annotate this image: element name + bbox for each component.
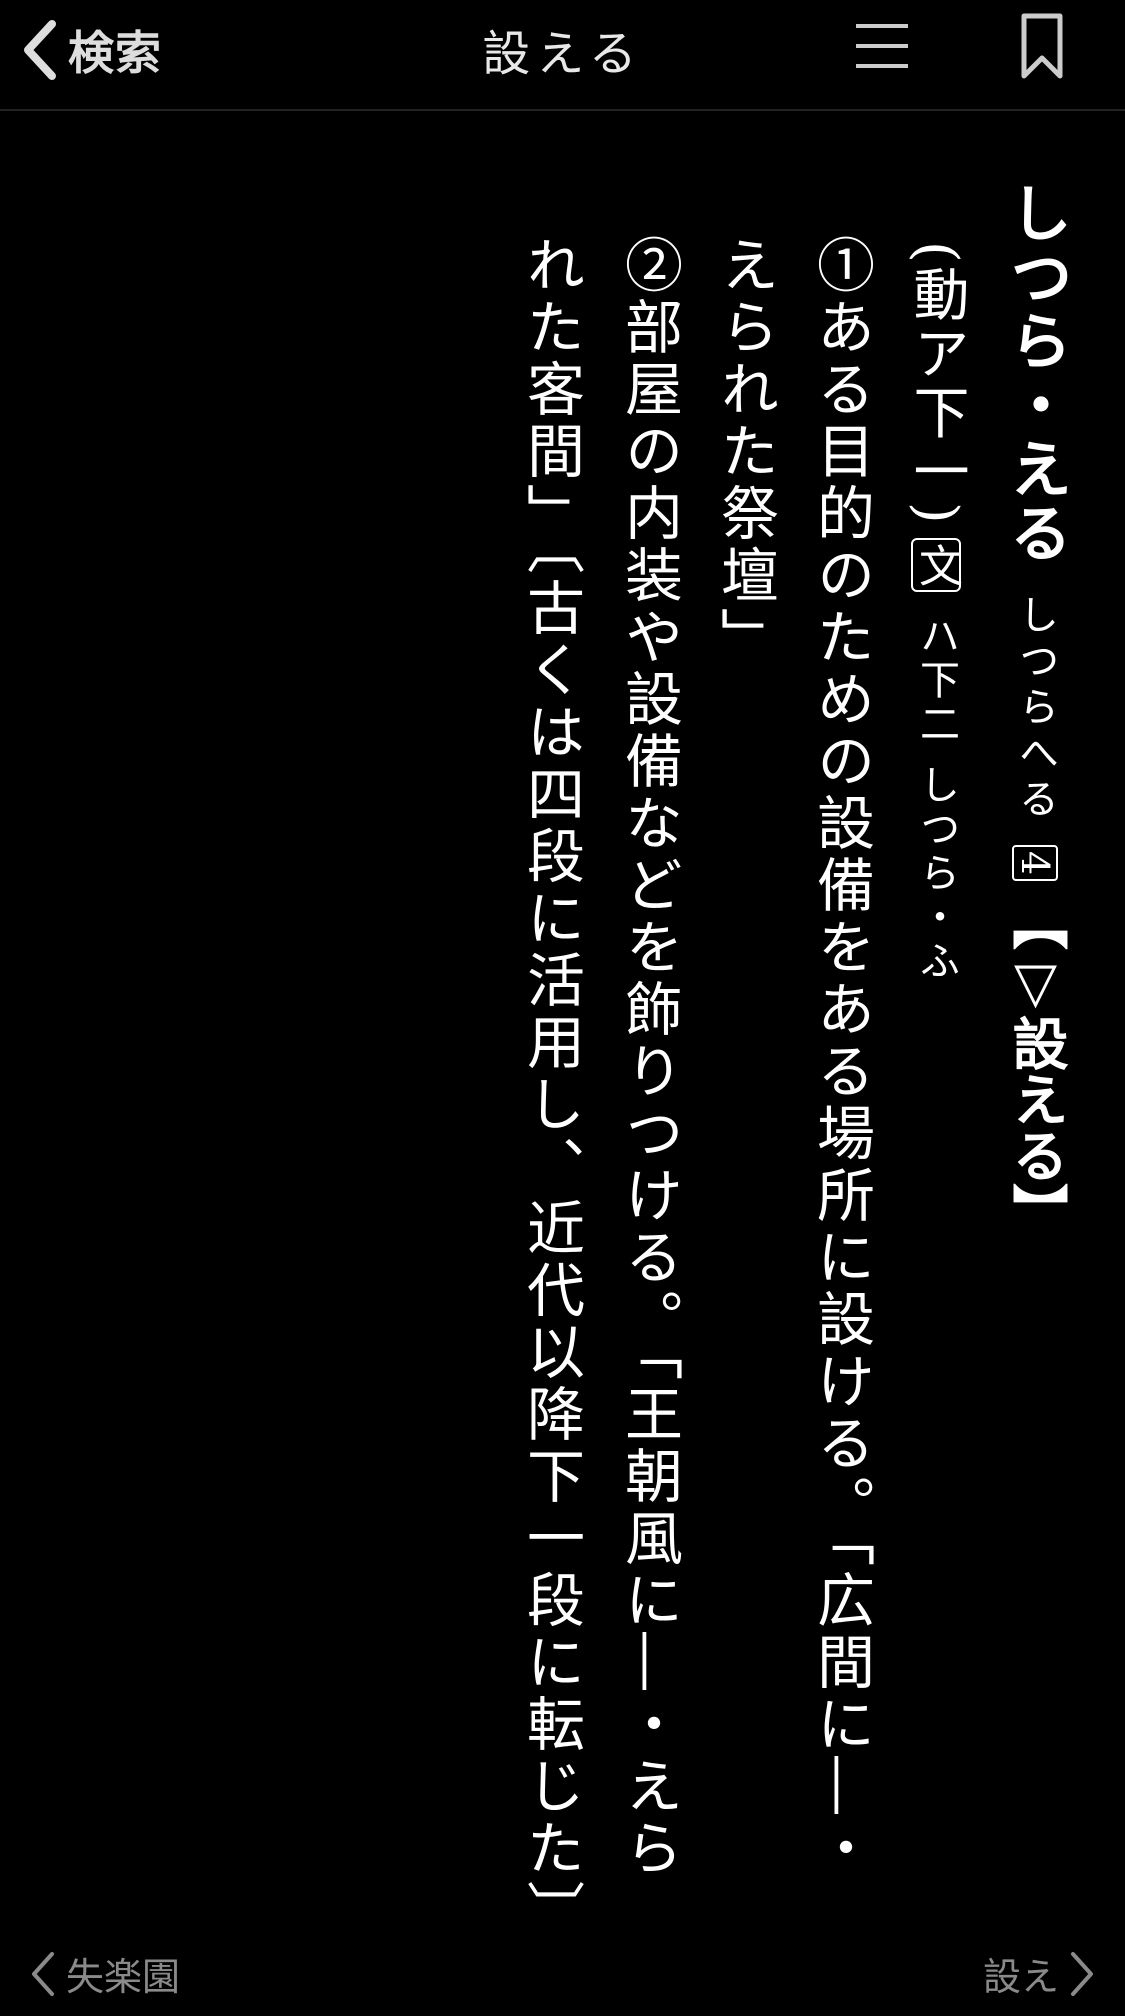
bookmark-icon (1021, 13, 1063, 79)
kanji-heading: 【▽設える】 (1003, 894, 1068, 1240)
sense-1-line-2: えられた祭壇」 (711, 235, 779, 669)
reading-variant: しつらへる (1012, 594, 1058, 825)
sense-1-line-1: ①ある目的のための設備をある場所に設ける。「広間に―・ (807, 235, 875, 1880)
previous-entry-label: 失楽園 (66, 1955, 181, 1999)
page-title: 設える (482, 26, 643, 82)
bookmark-button[interactable] (1020, 12, 1064, 84)
entry-content: しつら・える しつらへる 4 【▽設える】 (動ア下一) 文 ハ下二 しつら・ふ… (0, 111, 1125, 1942)
chevron-left-icon (32, 1951, 54, 1996)
headword-column: しつら・える しつらへる 4 【▽設える】 (999, 181, 1072, 1240)
classical-conjugation: ハ下二 しつら・ふ (913, 614, 959, 984)
bun-mark-badge: 文 (911, 537, 962, 592)
previous-entry-button[interactable]: 失楽園 (28, 1946, 180, 2001)
next-entry-label: 設え (982, 1955, 1059, 1999)
navigation-bar: 検索 設える (0, 0, 1125, 111)
menu-button[interactable] (852, 18, 912, 78)
footer-navigation: 失楽園 設え (0, 1931, 1125, 2016)
sense-2-line-1: ②部屋の内装や設備などを飾りつける。「王朝風に―・えら (615, 235, 683, 1880)
part-of-speech: (動ア下一) (904, 241, 969, 527)
pos-column: (動ア下一) 文 ハ下二 しつら・ふ (904, 241, 969, 984)
headword: しつら・える (999, 181, 1072, 565)
next-entry-button[interactable]: 設え (983, 1946, 1097, 2001)
chevron-right-icon (1071, 1951, 1093, 1996)
entry-number-badge: 4 (1012, 845, 1058, 882)
hamburger-menu-icon (856, 24, 908, 68)
sense-2-line-2: れた客間」〔古くは四段に活用し、近代以降下一段に転じた〕 (517, 235, 585, 1942)
